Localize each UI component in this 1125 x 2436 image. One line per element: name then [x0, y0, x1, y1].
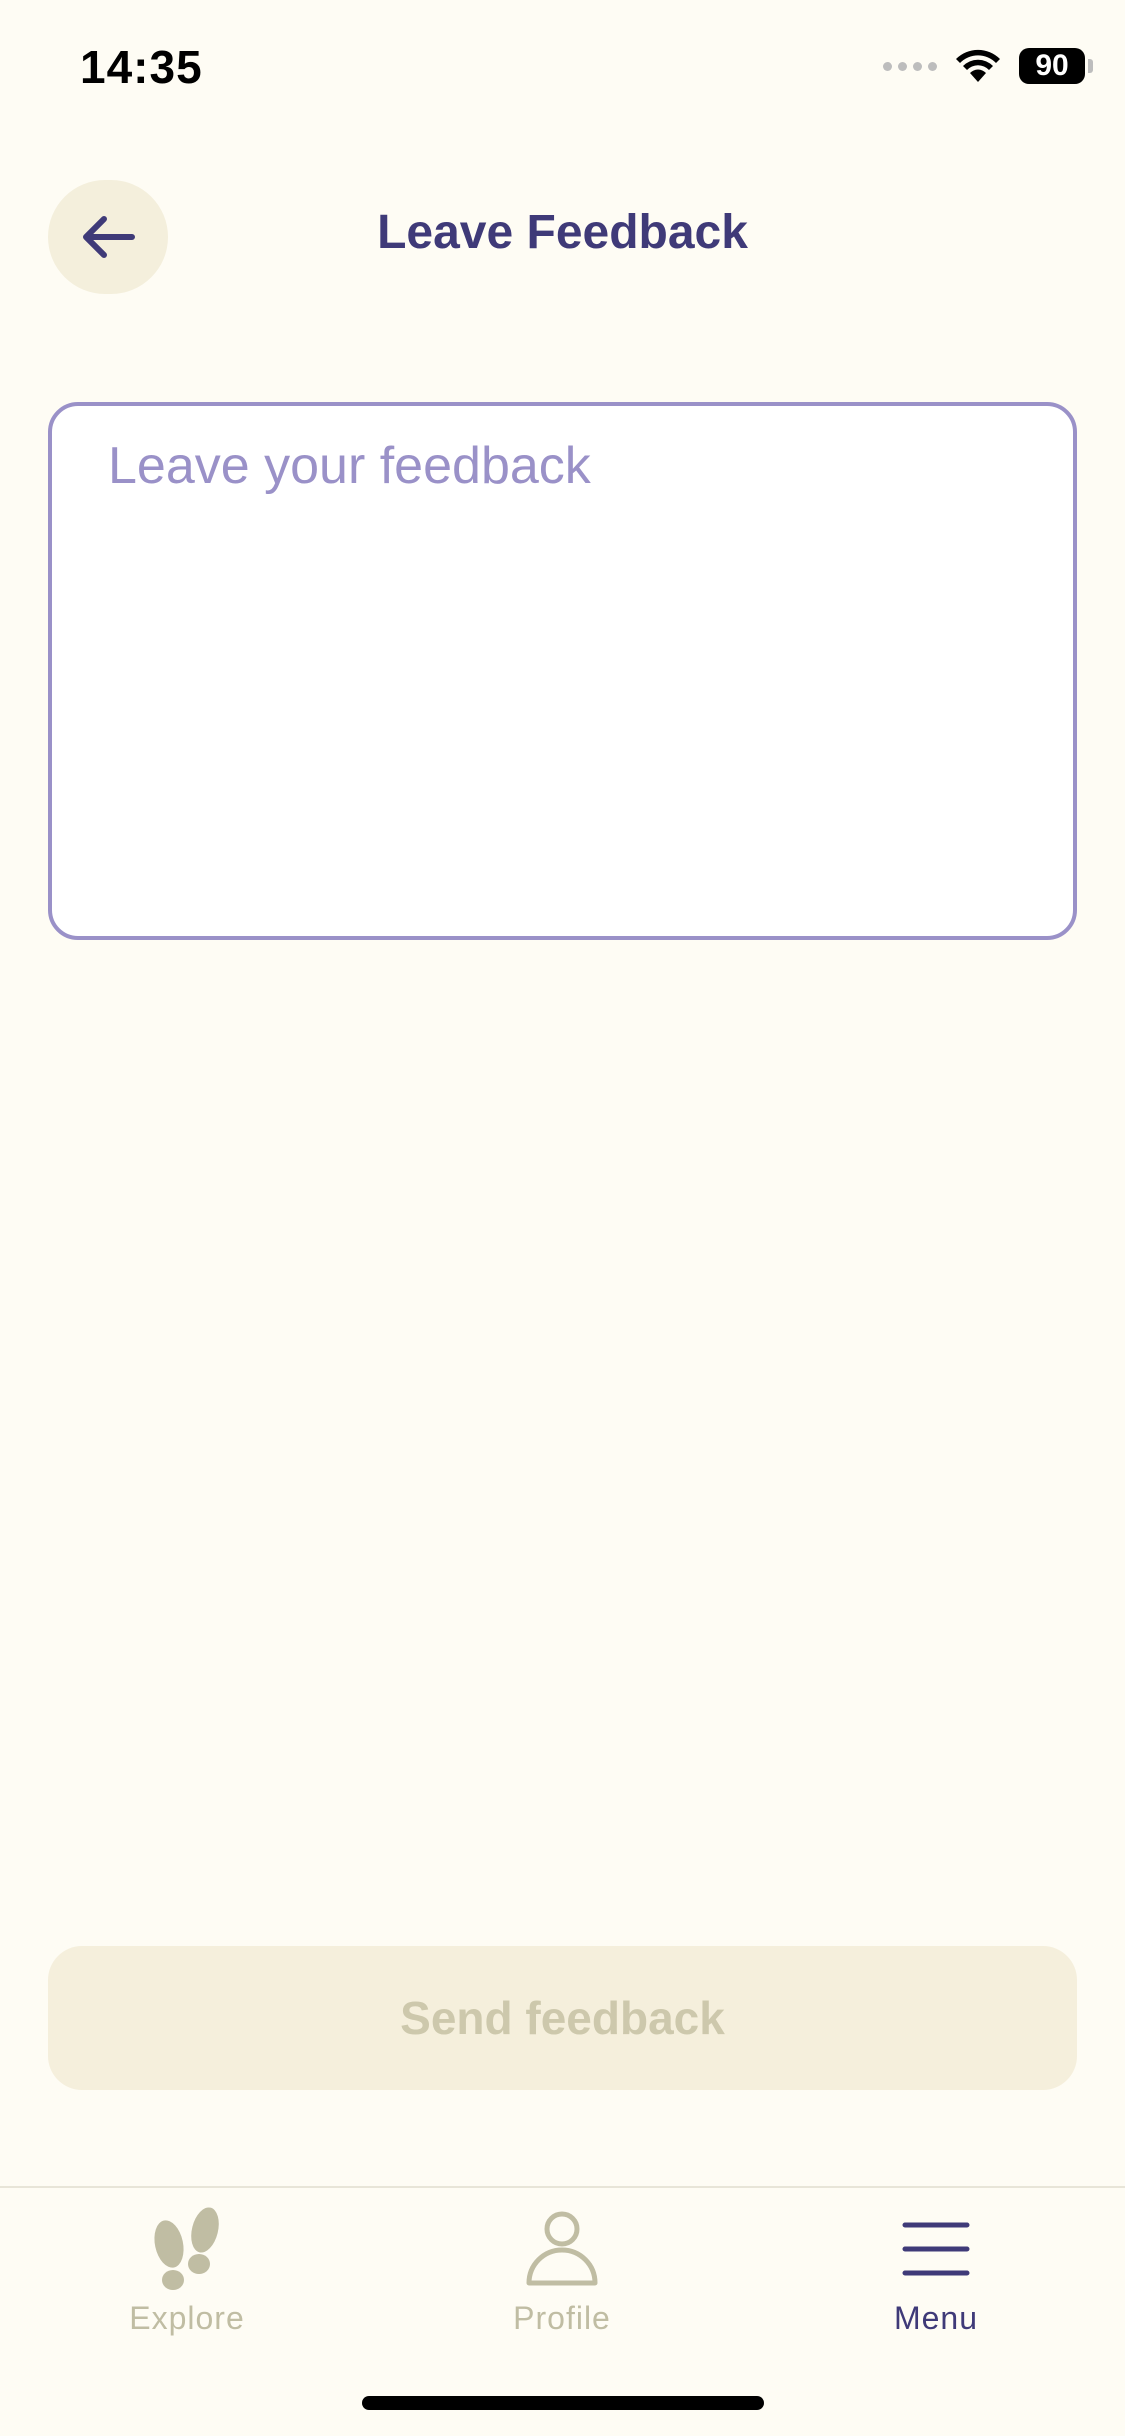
- page-title: Leave Feedback: [377, 206, 748, 259]
- tab-profile-label: Profile: [513, 2300, 611, 2336]
- user-icon: [517, 2206, 607, 2292]
- menu-icon: [891, 2206, 981, 2292]
- send-feedback-button[interactable]: Send feedback: [48, 1946, 1077, 2090]
- feedback-input[interactable]: [108, 436, 1043, 906]
- tab-profile[interactable]: Profile: [442, 2206, 682, 2346]
- status-time: 14:35: [80, 41, 203, 93]
- battery-icon: 90: [1019, 48, 1093, 84]
- tab-menu-label: Menu: [893, 2300, 979, 2336]
- home-indicator[interactable]: [362, 2396, 764, 2410]
- battery-level: 90: [1035, 49, 1069, 82]
- wifi-icon: [956, 49, 1000, 82]
- feedback-screen: 14:35 90 Leave Feedback Send feedback: [0, 0, 1125, 2436]
- tab-explore[interactable]: Explore: [67, 2206, 307, 2346]
- tab-menu[interactable]: Menu: [816, 2206, 1056, 2346]
- status-icons: 90: [883, 48, 1093, 84]
- tab-explore-label: Explore: [129, 2300, 245, 2336]
- footprints-icon: [142, 2206, 232, 2292]
- signal-dots-icon: [883, 61, 937, 71]
- feedback-box: [48, 402, 1077, 940]
